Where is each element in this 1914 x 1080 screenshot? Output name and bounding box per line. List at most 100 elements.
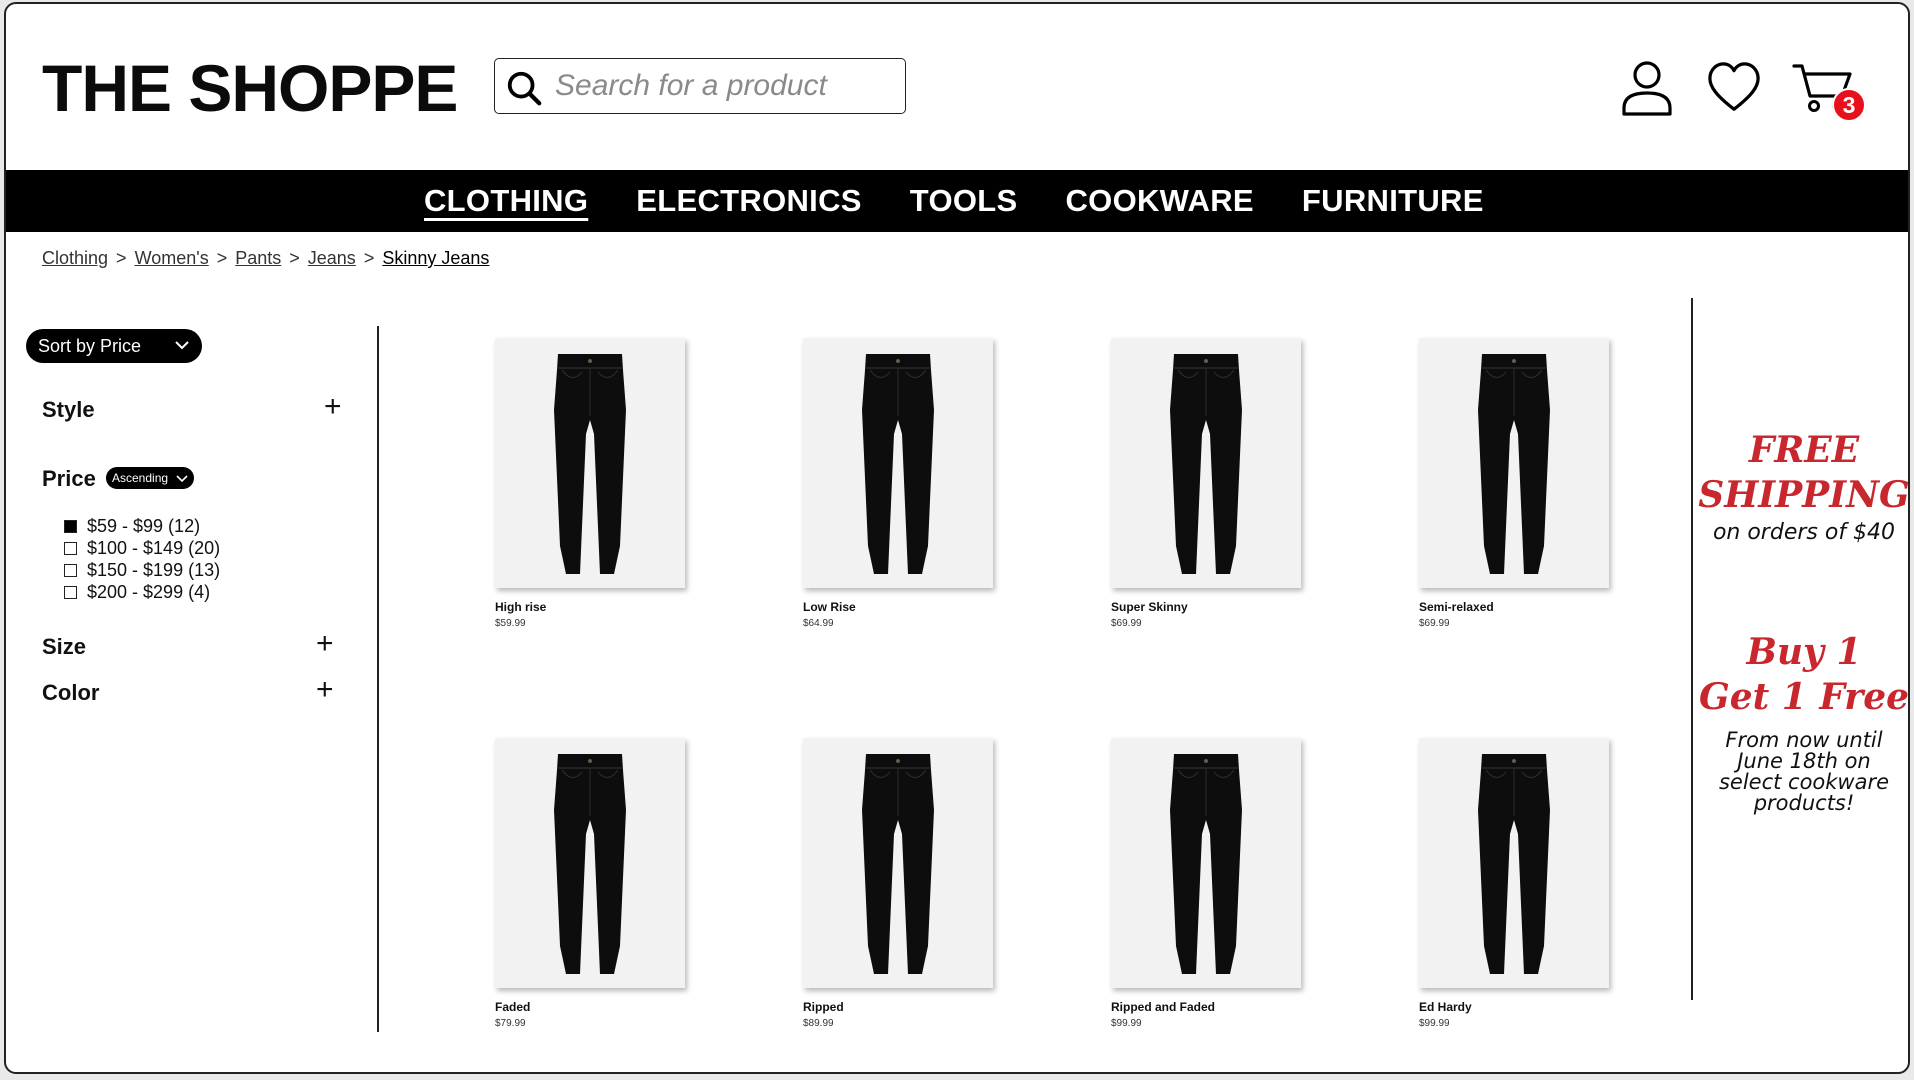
header: THE SHOPPE 3 [6,4,1908,170]
product-name[interactable]: Low Rise [803,600,993,614]
site-logo[interactable]: THE SHOPPE [42,50,458,126]
breadcrumb-separator: > [289,248,300,268]
checkbox[interactable] [64,564,77,577]
product-image[interactable] [495,738,685,988]
jeans-image [1478,354,1550,574]
checkbox[interactable] [64,586,77,599]
breadcrumb-separator: > [363,248,375,268]
nav-item-tools[interactable]: TOOLS [910,183,1018,219]
facet-style-title[interactable]: Style [42,397,95,423]
sort-dropdown[interactable]: Sort by Price [26,329,202,363]
facet-size-title[interactable]: Size [42,634,86,660]
promo-subtext: on orders of $40 [1712,520,1896,545]
jeans-image [862,754,934,974]
product-image[interactable] [1419,338,1609,588]
promo-subtext: From now until June 18th on select cookw… [1718,728,1890,815]
product-name[interactable]: Faded [495,1000,685,1014]
promo-headline: Buy 1 [1746,631,1862,673]
app-window: THE SHOPPE 3 CLOTHING ELECTRONICS TOOL [4,2,1910,1074]
breadcrumb-clothing[interactable]: Clothing [42,248,108,269]
expand-style-button[interactable]: + [324,392,342,422]
search-input[interactable] [555,66,895,106]
product-card[interactable]: Semi-relaxed $69.99 [1419,338,1609,629]
breadcrumb-jeans[interactable]: Jeans [308,248,356,269]
product-price: $64.99 [803,618,834,629]
product-price: $99.99 [1419,1018,1450,1029]
chevron-down-icon [175,341,189,350]
price-option[interactable]: $100 - $149 (20) [64,538,220,559]
price-option-label: $59 - $99 (12) [87,516,201,536]
product-name[interactable]: High rise [495,600,685,614]
breadcrumb-separator: > [116,248,127,268]
product-image[interactable] [495,338,685,588]
price-option[interactable]: $200 - $299 (4) [64,582,210,603]
price-order-dropdown[interactable]: Ascending [106,467,194,489]
price-option-label: $150 - $199 (13) [87,560,221,580]
cart-count-badge: 3 [1832,88,1866,122]
jeans-image [1170,754,1242,974]
sort-label: Sort by Price [38,335,142,356]
product-price: $69.99 [1111,618,1142,629]
product-name[interactable]: Ripped and Faded [1111,1000,1301,1014]
nav-item-clothing[interactable]: CLOTHING [424,183,588,219]
facet-color-title[interactable]: Color [42,680,99,706]
price-option[interactable]: $59 - $99 (12) [64,516,200,537]
product-name[interactable]: Ripped [803,1000,993,1014]
expand-color-button[interactable]: + [316,675,334,705]
user-icon[interactable] [1620,60,1674,116]
breadcrumb-womens[interactable]: Women's [135,248,209,269]
price-order-label: Ascending [112,471,169,485]
expand-size-button[interactable]: + [316,629,334,659]
breadcrumb-separator: > [216,248,228,268]
product-card[interactable]: Low Rise $64.99 [803,338,993,629]
product-price: $99.99 [1111,1018,1142,1029]
nav-item-electronics[interactable]: ELECTRONICS [636,183,861,219]
jeans-image [554,754,626,974]
checkbox[interactable] [64,520,77,533]
product-card[interactable]: Ed Hardy $99.99 [1419,738,1609,1029]
product-image[interactable] [1111,338,1301,588]
promo-headline: FREE [1748,429,1860,471]
chevron-down-icon [176,475,188,483]
product-image[interactable] [1419,738,1609,988]
price-option[interactable]: $150 - $199 (13) [64,560,220,581]
product-price: $79.99 [495,1018,526,1029]
bogo-promo: Buy 1 Get 1 Free From now until June 18t… [1696,630,1910,815]
promo-divider [1691,298,1693,1000]
nav-item-furniture[interactable]: FURNITURE [1302,183,1484,219]
breadcrumb-pants[interactable]: Pants [235,248,281,269]
product-name[interactable]: Semi-relaxed [1419,600,1609,614]
product-price: $59.99 [495,618,526,629]
product-price: $69.99 [1419,618,1450,629]
breadcrumb: Clothing > Women's > Pants > Jeans > Ski… [42,248,489,269]
product-image[interactable] [1111,738,1301,988]
breadcrumb-skinny-jeans[interactable]: Skinny Jeans [382,248,489,269]
jeans-image [1478,754,1550,974]
product-name[interactable]: Super Skinny [1111,600,1301,614]
promo-headline: Get 1 Free [1698,676,1910,718]
product-image[interactable] [803,338,993,588]
heart-icon[interactable] [1707,60,1761,116]
product-card[interactable]: High rise $59.99 [495,338,685,629]
jeans-image [554,354,626,574]
product-price: $89.99 [803,1018,834,1029]
jeans-image [862,354,934,574]
checkbox[interactable] [64,542,77,555]
promo-headline: SHIPPING [1698,474,1910,516]
product-card[interactable]: Ripped $89.99 [803,738,993,1029]
product-image[interactable] [803,738,993,988]
category-nav: CLOTHING ELECTRONICS TOOLS COOKWARE FURN… [6,170,1908,232]
product-card[interactable]: Ripped and Faded $99.99 [1111,738,1301,1029]
product-card[interactable]: Faded $79.99 [495,738,685,1029]
price-option-label: $100 - $149 (20) [87,538,221,558]
product-name[interactable]: Ed Hardy [1419,1000,1609,1014]
nav-item-cookware[interactable]: COOKWARE [1065,183,1253,219]
jeans-image [1170,354,1242,574]
search-bar[interactable] [494,58,906,114]
price-option-label: $200 - $299 (4) [87,582,211,602]
search-icon[interactable] [505,69,543,107]
product-card[interactable]: Super Skinny $69.99 [1111,338,1301,629]
facet-price-title: Price [42,466,96,491]
free-shipping-promo: FREE SHIPPING on orders of $40 [1696,428,1910,545]
sidebar-divider [377,326,379,1032]
